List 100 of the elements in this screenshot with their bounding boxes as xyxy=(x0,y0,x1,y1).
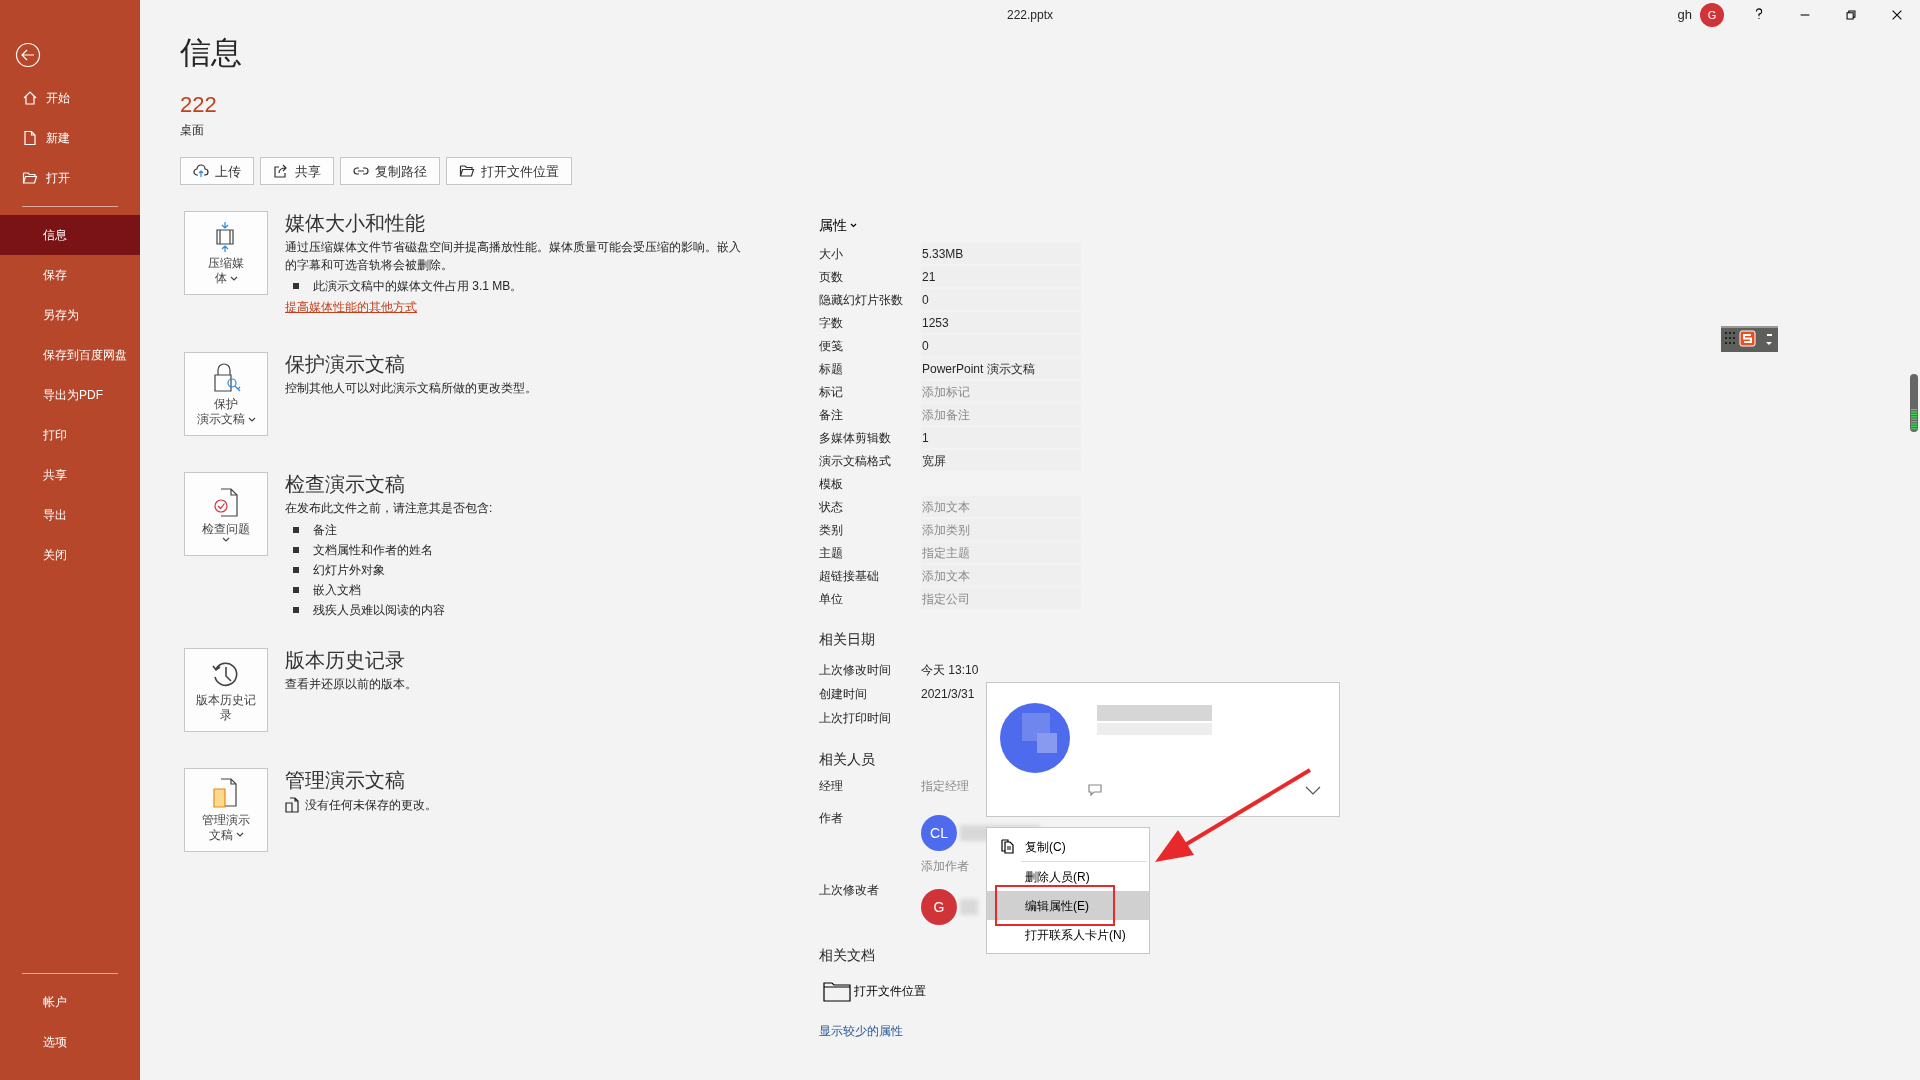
property-label: 主题 xyxy=(819,544,844,562)
back-icon xyxy=(15,42,41,68)
copy-path-button[interactable]: 复制路径 xyxy=(340,157,440,186)
sidebar-item[interactable]: 另存为 xyxy=(0,295,140,335)
property-label: 页数 xyxy=(819,268,844,286)
property-label: 备注 xyxy=(819,406,844,424)
property-value[interactable]: 1253 xyxy=(921,312,1081,333)
person-avatar[interactable]: CL xyxy=(921,815,957,851)
cloud-upload-icon xyxy=(193,163,209,180)
person-avatar[interactable]: G xyxy=(921,889,957,925)
property-field[interactable]: 指定公司 xyxy=(921,588,1081,609)
section-description: 控制其他人可以对此演示文稿所做的更改类型。 xyxy=(285,380,538,398)
section-description: 查看并还原以前的版本。 xyxy=(285,675,418,693)
document-icon xyxy=(285,796,299,813)
property-field[interactable]: 添加类别 xyxy=(921,519,1081,540)
property-field[interactable]: 指定主题 xyxy=(921,542,1081,563)
section-heading: 相关日期 xyxy=(819,630,875,649)
property-label: 大小 xyxy=(819,245,844,263)
menu-item[interactable]: 编辑属性(E) xyxy=(987,891,1149,920)
property-label: 超链接基础 xyxy=(819,567,880,585)
sidebar-item[interactable]: 信息 xyxy=(0,215,140,255)
section-description: 通过压缩媒体文件节省磁盘空间并提高播放性能。媒体质量可能会受压缩的影响。嵌入的字幕和可选音轨将会被删除。 xyxy=(285,239,742,274)
menu-item[interactable]: 打开联系人卡片(N) xyxy=(987,920,1149,949)
section-description: 在发布此文件之前，请注意其是否包含: xyxy=(285,500,494,518)
sidebar-item[interactable]: 导出为PDF xyxy=(0,375,140,415)
section-button[interactable]: 检查问题 xyxy=(184,472,268,557)
sidebar-item[interactable]: 新建 xyxy=(0,118,140,158)
menu-item[interactable]: 复制(C) xyxy=(987,832,1149,861)
date-label: 上次打印时间 xyxy=(819,710,892,727)
close-icon xyxy=(1890,8,1904,22)
share-button[interactable]: 共享 xyxy=(260,157,334,186)
property-value[interactable]: 21 xyxy=(921,266,1081,287)
chevron-down-icon xyxy=(1305,786,1321,795)
section-title: 保护演示文稿 xyxy=(285,352,406,377)
property-value[interactable]: PowerPoint 演示文稿 xyxy=(921,358,1081,379)
sidebar-item[interactable]: 保存到百度网盘 xyxy=(0,335,140,375)
caret-icon xyxy=(850,223,857,228)
bullet-text: 嵌入文档 xyxy=(313,581,361,599)
open-location-link[interactable]: 打开文件位置 xyxy=(823,980,926,1002)
sidebar-item[interactable]: 导出 xyxy=(0,495,140,535)
section-title: 管理演示文稿 xyxy=(285,767,406,792)
person-label: 经理 xyxy=(819,777,844,795)
property-label: 标记 xyxy=(819,383,844,401)
blurred-avatar xyxy=(1000,703,1070,773)
property-value[interactable]: 1 xyxy=(921,427,1081,448)
property-label: 隐藏幻灯片张数 xyxy=(819,291,904,309)
section-heading: 相关文档 xyxy=(819,946,875,965)
person-label: 作者 xyxy=(819,810,844,827)
property-label: 模板 xyxy=(819,475,844,493)
open-location-button[interactable]: 打开文件位置 xyxy=(446,157,572,186)
section-title: 检查演示文稿 xyxy=(285,472,406,497)
property-label: 标题 xyxy=(819,360,844,378)
property-label: 类别 xyxy=(819,521,844,539)
section-heading: 相关人员 xyxy=(819,750,875,769)
restore-icon xyxy=(1844,8,1858,22)
bullet-icon xyxy=(293,606,299,613)
sidebar-item[interactable]: 共享 xyxy=(0,455,140,495)
section-button[interactable]: 版本历史记 录 xyxy=(184,647,268,732)
folder-icon xyxy=(22,170,38,186)
property-field[interactable]: 添加文本 xyxy=(921,565,1081,586)
user-avatar[interactable]: G xyxy=(1700,3,1724,27)
bullet-text: 文档属性和作者的姓名 xyxy=(313,541,433,559)
show-less-link[interactable]: 显示较少的属性 xyxy=(819,1022,903,1040)
comment-icon xyxy=(1088,784,1102,796)
page-heading: 信息 xyxy=(180,34,243,72)
more-options-link[interactable]: 提高媒体性能的其他方式 xyxy=(285,300,417,315)
section-button[interactable]: 保护 演示文稿 xyxy=(184,352,268,437)
section-note: 没有任何未保存的更改。 xyxy=(305,796,437,814)
sidebar-item[interactable]: 开始 xyxy=(0,78,140,118)
person-label: 上次修改者 xyxy=(819,882,880,899)
property-value[interactable]: 宽屏 xyxy=(921,450,1081,471)
ime-toolbar[interactable] xyxy=(1721,326,1778,352)
property-value[interactable]: 5.33MB xyxy=(921,243,1081,264)
property-value[interactable]: 0 xyxy=(921,335,1081,356)
sidebar-item[interactable]: 保存 xyxy=(0,255,140,295)
sidebar-item[interactable]: 打开 xyxy=(0,158,140,198)
property-value[interactable]: 0 xyxy=(921,289,1081,310)
property-field[interactable]: 添加文本 xyxy=(921,496,1081,517)
section-button[interactable]: 管理演示 文稿 xyxy=(184,767,268,852)
section-title: 版本历史记录 xyxy=(285,647,406,672)
properties-heading[interactable]: 属性 xyxy=(819,215,857,236)
sidebar-item[interactable]: 关闭 xyxy=(0,535,140,575)
sidebar-item[interactable]: 选项 xyxy=(0,1022,140,1062)
sidebar-item[interactable]: 打印 xyxy=(0,415,140,455)
section-button[interactable]: 压缩媒 体 xyxy=(184,211,268,296)
bullet-text: 此演示文稿中的媒体文件占用 3.1 MB。 xyxy=(313,278,523,296)
bullet-text: 残疾人员难以阅读的内容 xyxy=(313,601,445,619)
bullet-text: 备注 xyxy=(313,521,337,539)
share-icon xyxy=(273,163,289,180)
menu-item[interactable]: 删除人员(R) xyxy=(987,862,1149,891)
date-value: 今天 13:10 xyxy=(921,662,979,679)
property-field[interactable]: 添加备注 xyxy=(921,404,1081,425)
bullet-icon xyxy=(293,526,299,533)
property-field[interactable]: 添加标记 xyxy=(921,381,1081,402)
folder-icon xyxy=(823,980,851,1002)
date-value: 2021/3/31 xyxy=(921,686,975,703)
sidebar-item[interactable]: 帐户 xyxy=(0,982,140,1022)
manager-field[interactable]: 指定经理 xyxy=(921,776,969,795)
file-icon xyxy=(22,130,38,146)
upload-button[interactable]: 上传 xyxy=(180,157,254,186)
